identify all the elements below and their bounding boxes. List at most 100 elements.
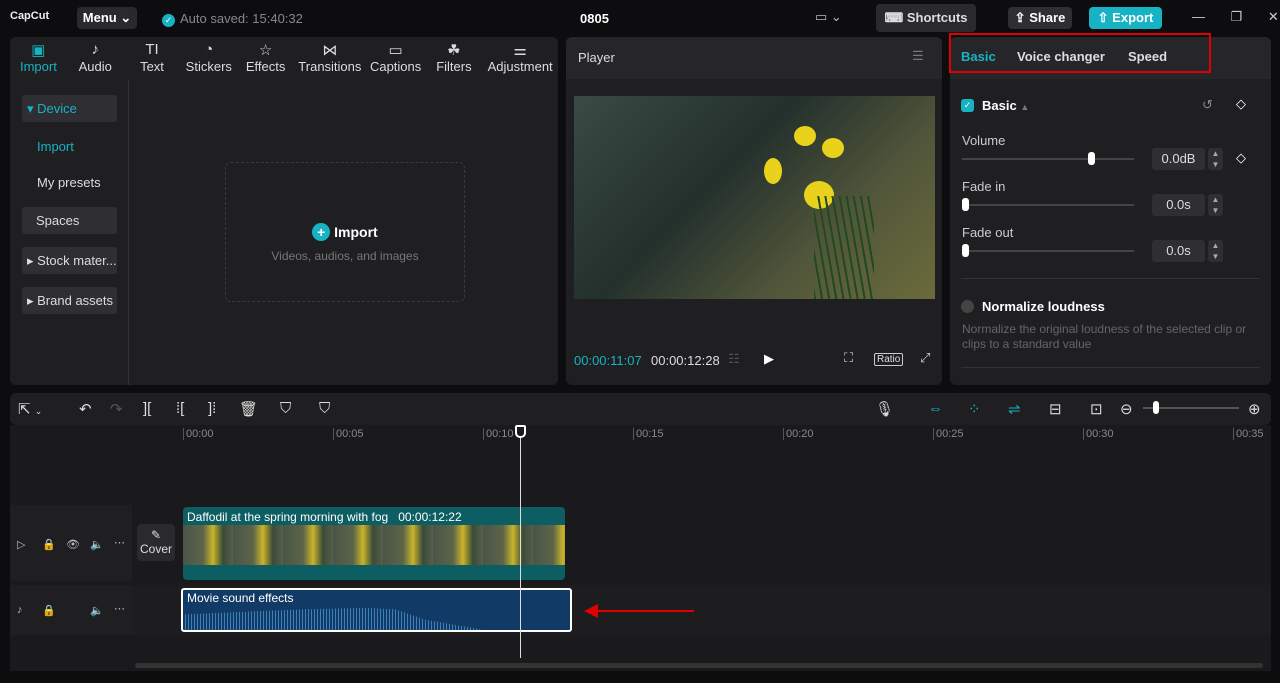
zoom-in-icon[interactable]: ⊕ [1248, 400, 1261, 418]
split-right-icon[interactable]: ]⁞ [208, 400, 216, 417]
sidebar-item-import[interactable]: Import [22, 133, 117, 160]
transitions-icon: ⋈ [322, 42, 338, 59]
shield-icon[interactable]: ⛉ [319, 400, 330, 417]
zoom-out-icon[interactable]: ⊖ [1120, 400, 1133, 418]
fadein-value[interactable]: 0.0s [1152, 194, 1205, 216]
fadein-slider[interactable] [962, 198, 1134, 211]
link-icon[interactable]: ⁘ [968, 400, 981, 418]
total-time: 00:00:12:28 [651, 353, 720, 368]
volume-keyframe-icon[interactable]: ◇ [1236, 150, 1246, 166]
effects-icon: ☆ [258, 42, 273, 59]
undo-icon[interactable]: ↶ [79, 400, 92, 418]
video-track-icon: ▷ [17, 539, 26, 551]
tab-effects[interactable]: ☆ Effects [237, 37, 294, 79]
tab-filters[interactable]: ☘ Filters [426, 37, 483, 79]
more-icon[interactable]: ⋯ [114, 536, 125, 549]
playhead[interactable] [520, 430, 521, 658]
reset-icon[interactable]: ↺ [1202, 97, 1213, 113]
sidebar-item-stock[interactable]: ▸ Stock mater... [22, 247, 117, 274]
fadeout-value[interactable]: 0.0s [1152, 240, 1205, 262]
fadeout-slider[interactable] [962, 244, 1134, 257]
stickers-icon: ◔ [204, 41, 214, 58]
clip-duration: 00:00:12:22 [398, 510, 462, 524]
tab-label: Audio [78, 59, 112, 74]
export-button[interactable]: ⇧ Export [1089, 7, 1162, 29]
volume-value[interactable]: 0.0dB [1152, 148, 1205, 170]
lock-icon[interactable]: 🔒 [42, 604, 56, 617]
flower-shape [822, 138, 844, 158]
timeline-grid-icon[interactable]: ☷ [728, 351, 740, 367]
redo-icon[interactable]: ↷ [110, 400, 123, 418]
ratio-button[interactable]: Ratio [874, 353, 904, 366]
mute-icon[interactable]: 🔈 [90, 604, 104, 617]
video-clip[interactable]: Daffodil at the spring morning with fog … [183, 507, 565, 580]
ai-shield-icon[interactable]: ⛉ [280, 400, 291, 417]
preview-axis-icon[interactable]: ⇌ [1008, 400, 1021, 418]
slider-knob[interactable] [962, 198, 969, 211]
playhead-handle[interactable] [515, 425, 526, 438]
tab-label: Stickers [185, 59, 232, 74]
audio-clip[interactable]: Movie sound effects [181, 588, 572, 632]
delete-icon[interactable]: 🗑 [239, 400, 258, 418]
zoom-slider[interactable] [1143, 401, 1239, 414]
flower-shape [794, 126, 816, 146]
timeline-toolbar [10, 393, 1271, 425]
clip-name: Movie sound effects [187, 591, 294, 605]
lock-icon[interactable]: 🔒 [42, 538, 56, 551]
player-title: Player [578, 50, 615, 65]
share-button[interactable]: ⇪ Share [1008, 7, 1072, 29]
shortcuts-label: Shortcuts [906, 10, 968, 25]
tab-transitions[interactable]: ⋈ Transitions [294, 37, 366, 79]
fullscreen-crop-icon[interactable]: ⛶ [844, 350, 853, 366]
shortcuts-button[interactable]: ⌨ Shortcuts [876, 4, 976, 32]
player-menu-icon[interactable]: ☰ [912, 48, 924, 64]
cover-button[interactable]: ✎ Cover [137, 524, 175, 561]
normalize-toggle[interactable] [961, 300, 974, 313]
tab-adjustment[interactable]: ⚌ Adjustment [482, 37, 558, 79]
slider-knob[interactable] [962, 244, 969, 257]
basic-section-title[interactable]: Basic ▲ [982, 98, 1029, 113]
keyframe-icon[interactable]: ◇ [1236, 96, 1246, 112]
sidebar-item-brand[interactable]: ▸ Brand assets [22, 287, 117, 314]
tick-label: 00:00 [183, 428, 214, 440]
mute-icon[interactable]: 🔈 [90, 538, 104, 551]
sidebar-item-presets[interactable]: My presets [22, 169, 117, 196]
split-screen-icon[interactable]: ⊟ [1049, 400, 1062, 418]
fadeout-stepper[interactable]: ▲ ▼ [1208, 240, 1223, 262]
play-button[interactable]: ▶ [764, 351, 774, 367]
volume-slider[interactable] [962, 152, 1134, 165]
window-controls[interactable]: — ❐ ✕ [1192, 9, 1279, 25]
fadein-stepper[interactable]: ▲ ▼ [1208, 194, 1223, 216]
microphone-icon[interactable]: 🎙 [875, 400, 894, 418]
slider-knob[interactable] [1087, 152, 1095, 165]
zoom-knob[interactable] [1153, 401, 1159, 414]
tab-label: Text [140, 59, 164, 74]
layout-icon[interactable]: ▭ ⌄ [815, 9, 842, 25]
select-tool-icon[interactable]: ⇱ ⌄ [18, 400, 42, 418]
thumbnail-icon[interactable]: ⊡ [1090, 400, 1103, 418]
horizontal-scrollbar[interactable] [135, 663, 1263, 668]
split-left-icon[interactable]: ⁞[ [176, 400, 184, 417]
import-dropzone[interactable]: + Import Videos, audios, and images [225, 162, 465, 302]
import-icon: ▣ [31, 42, 46, 59]
tab-audio[interactable]: ♪ Audio [67, 37, 124, 79]
split-icon[interactable]: ][ [143, 400, 151, 417]
fadeout-label: Fade out [962, 225, 1014, 240]
sidebar-item-spaces[interactable]: Spaces [22, 207, 117, 234]
more-icon[interactable]: ⋯ [114, 602, 125, 615]
basic-checkbox[interactable]: ✓ [961, 99, 974, 112]
auto-snap-icon[interactable]: ⇔ [928, 400, 943, 417]
expand-icon[interactable]: ⤢ [920, 350, 930, 366]
tab-captions[interactable]: ▭ Captions [366, 37, 426, 79]
tab-import[interactable]: ▣ Import [10, 37, 67, 79]
tab-text[interactable]: TI Text [124, 37, 181, 79]
tab-stickers[interactable]: ◔ Stickers [180, 37, 237, 79]
video-preview [574, 96, 935, 299]
eye-icon[interactable]: 👁 [66, 538, 80, 551]
fadein-label: Fade in [962, 179, 1006, 194]
menu-button[interactable]: Menu ⌄ [77, 7, 137, 29]
volume-stepper[interactable]: ▲ ▼ [1208, 148, 1223, 170]
sidebar-item-device[interactable]: ▾ Device [22, 95, 117, 122]
tick-label: 00:05 [333, 428, 364, 440]
export-label: Export [1112, 10, 1154, 25]
